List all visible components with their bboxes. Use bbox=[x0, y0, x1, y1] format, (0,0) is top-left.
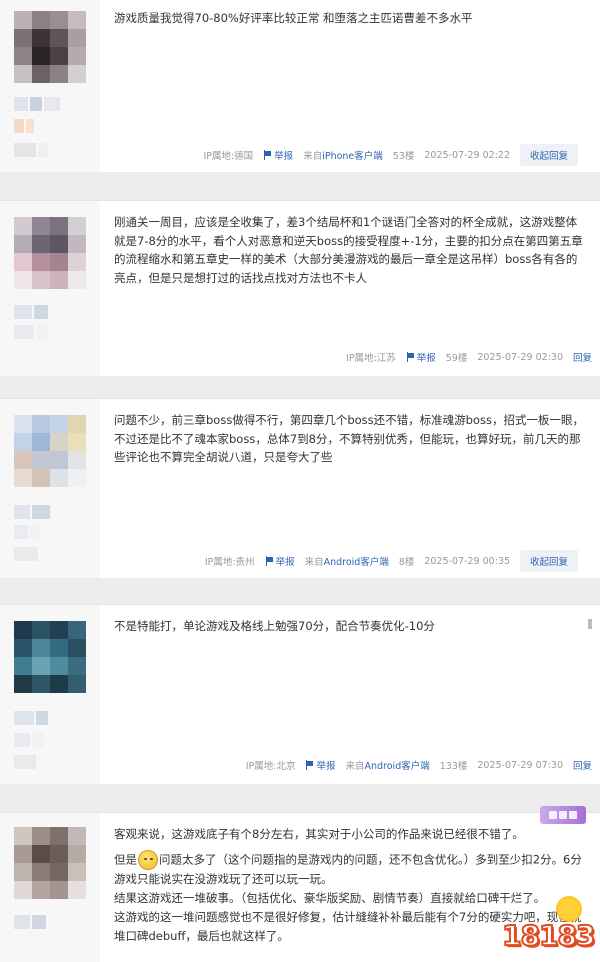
username-blurred[interactable] bbox=[14, 97, 60, 111]
site-watermark: 18183 bbox=[501, 896, 596, 956]
level-blurred bbox=[14, 547, 38, 561]
client-link[interactable]: iPhone客户端 bbox=[322, 151, 383, 162]
report-link[interactable]: 举报 bbox=[265, 554, 295, 568]
post-4: 不是特能打，单论游戏及格线上勉强70分，配合节奏优化-10分 IP属地:北京 举… bbox=[0, 604, 600, 784]
post-text: 游戏质量我觉得70-80%好评率比较正常 和堕落之主匹诺曹差不多水平 bbox=[114, 11, 473, 25]
badge-blurred bbox=[14, 733, 44, 747]
post-content: 问题不少，前三章boss做得不行，第四章几个boss还不错，标准魂游boss，招… bbox=[114, 411, 586, 467]
post-time: 2025-07-29 00:35 bbox=[424, 555, 510, 567]
author-column bbox=[0, 605, 100, 784]
badge-blurred bbox=[14, 325, 48, 339]
ip-location: IP属地:北京 bbox=[245, 761, 296, 772]
collapse-reply-button[interactable]: 收起回复 bbox=[519, 550, 578, 572]
avatar[interactable] bbox=[14, 621, 86, 693]
level-blurred bbox=[14, 143, 48, 157]
watermark-logo: 18183 bbox=[501, 918, 596, 953]
post-time: 2025-07-29 02:30 bbox=[477, 351, 563, 363]
post-text-line: 客观来说，这游戏底子有个8分左右，其实对于小公司的作品来说已经很不错了。 bbox=[114, 827, 524, 841]
post-text: 不是特能打，单论游戏及格线上勉强70分，配合节奏优化-10分 bbox=[114, 619, 435, 633]
report-link[interactable]: 举报 bbox=[263, 148, 293, 162]
author-column bbox=[0, 399, 100, 578]
avatar[interactable] bbox=[14, 217, 86, 289]
username-blurred[interactable] bbox=[14, 505, 50, 519]
flag-icon bbox=[305, 760, 314, 770]
author-column bbox=[0, 813, 100, 962]
post-text: 问题不少，前三章boss做得不行，第四章几个boss还不错，标准魂游boss，招… bbox=[114, 413, 584, 464]
ip-location: IP属地:德国 bbox=[203, 151, 254, 162]
flag-icon bbox=[406, 352, 415, 362]
post-text-line: 但是 问题太多了（这个问题指的是游戏内的问题，还不包含优化。）多到至少扣2分。6分… bbox=[114, 850, 586, 889]
avatar[interactable] bbox=[14, 415, 86, 487]
author-column bbox=[0, 0, 100, 172]
post-meta: IP属地:贵州 举报 来自Android客户端 8楼 2025-07-29 00… bbox=[204, 550, 578, 572]
floor-number: 53楼 bbox=[392, 151, 415, 162]
client-link[interactable]: Android客户端 bbox=[365, 761, 430, 772]
ip-location: IP属地:江苏 bbox=[346, 353, 396, 364]
reply-button[interactable]: 回复 bbox=[573, 758, 592, 772]
post-meta: IP属地:江苏 举报 59楼 2025-07-29 02:30 回复 bbox=[346, 347, 592, 367]
client-source: 来自Android客户端 bbox=[345, 761, 430, 772]
scroll-marker bbox=[588, 619, 592, 629]
floor-number: 59楼 bbox=[445, 353, 468, 364]
post-1: 游戏质量我觉得70-80%好评率比较正常 和堕落之主匹诺曹差不多水平 IP属地:… bbox=[0, 0, 600, 172]
floor-number: 133楼 bbox=[439, 761, 468, 772]
reply-button[interactable]: 回复 bbox=[573, 350, 592, 364]
post-meta: IP属地:德国 举报 来自iPhone客户端 53楼 2025-07-29 02… bbox=[203, 144, 578, 166]
post-content: 不是特能打，单论游戏及格线上勉强70分，配合节奏优化-10分 bbox=[114, 617, 586, 636]
avatar[interactable] bbox=[14, 11, 86, 83]
post-time: 2025-07-29 07:30 bbox=[477, 759, 563, 771]
post-2: 刚通关一周目，应该是全收集了，差3个结局杯和1个谜语门全答对的杯全成就，这游戏整… bbox=[0, 200, 600, 376]
member-badge-icon bbox=[540, 806, 586, 824]
client-source: 来自Android客户端 bbox=[304, 557, 389, 568]
flag-icon bbox=[265, 556, 274, 566]
username-blurred[interactable] bbox=[14, 305, 48, 319]
report-link[interactable]: 举报 bbox=[305, 758, 335, 772]
ip-location: IP属地:贵州 bbox=[204, 557, 255, 568]
collapse-reply-button[interactable]: 收起回复 bbox=[519, 144, 578, 166]
author-column bbox=[0, 201, 100, 376]
client-source: 来自iPhone客户端 bbox=[303, 151, 383, 162]
username-blurred[interactable] bbox=[14, 711, 48, 725]
smile-emoji-icon bbox=[138, 850, 158, 870]
level-blurred bbox=[14, 755, 36, 769]
username-blurred[interactable] bbox=[14, 915, 46, 929]
post-3: 问题不少，前三章boss做得不行，第四章几个boss还不错，标准魂游boss，招… bbox=[0, 398, 600, 578]
post-time: 2025-07-29 02:22 bbox=[424, 149, 510, 161]
badge-blurred bbox=[14, 525, 40, 539]
floor-number: 8楼 bbox=[398, 557, 415, 568]
post-text: 刚通关一周目，应该是全收集了，差3个结局杯和1个谜语门全答对的杯全成就，这游戏整… bbox=[114, 215, 583, 285]
post-content: 游戏质量我觉得70-80%好评率比较正常 和堕落之主匹诺曹差不多水平 bbox=[114, 9, 586, 28]
badge-blurred bbox=[14, 119, 34, 133]
post-content: 刚通关一周目，应该是全收集了，差3个结局杯和1个谜语门全答对的杯全成就，这游戏整… bbox=[114, 213, 586, 287]
post-meta: IP属地:北京 举报 来自Android客户端 133楼 2025-07-29 … bbox=[246, 755, 592, 775]
client-link[interactable]: Android客户端 bbox=[324, 557, 389, 568]
flag-icon bbox=[263, 150, 272, 160]
avatar[interactable] bbox=[14, 827, 86, 899]
report-link[interactable]: 举报 bbox=[406, 350, 436, 364]
